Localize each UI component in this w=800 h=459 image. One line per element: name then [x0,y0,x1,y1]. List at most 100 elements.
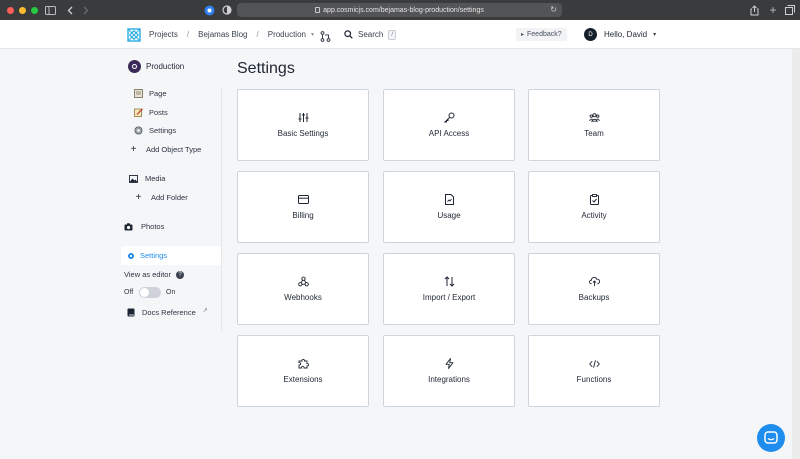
card-integrations[interactable]: Integrations [383,335,515,407]
card-team[interactable]: Team [528,89,660,161]
card-label: Integrations [428,375,470,384]
bucket-name: Production [146,62,185,71]
chevron-down-icon[interactable]: ▾ [311,31,314,38]
bucket-icon [128,60,141,73]
toggle-on-label: On [166,289,176,296]
webhooks-icon [297,276,309,287]
book-icon [126,308,135,317]
address-bar[interactable]: app.cosmicjs.com/bejamas-blog-production… [237,3,562,17]
card-activity[interactable]: Activity [528,171,660,243]
breadcrumb-separator: / [186,30,190,39]
card-billing[interactable]: Billing [237,171,369,243]
card-label: Import / Export [422,293,476,302]
sidebar-item-posts[interactable]: Posts [134,106,168,119]
key-icon [443,112,455,123]
card-label: Team [584,129,604,138]
card-api-access[interactable]: API Access [383,89,515,161]
chat-launcher-button[interactable] [757,424,785,452]
greeting-text: Hello, David [604,30,648,39]
image-icon [129,174,138,183]
sidebar-item-photos[interactable]: Photos [124,220,164,233]
avatar[interactable]: D [584,28,597,41]
card-webhooks[interactable]: Webhooks [237,253,369,325]
plus-icon: + [130,144,137,155]
settings-grid: Basic Settings API Access Team Billing U… [237,89,661,407]
extension-icon[interactable] [203,4,215,16]
docs-reference-label: Docs Reference [142,308,196,317]
breadcrumb-projects[interactable]: Projects [149,30,178,39]
breadcrumb-environment[interactable]: Production [268,30,306,39]
chevron-down-icon: ▾ [653,32,657,38]
feedback-button[interactable]: ▸ Feedback? [516,28,567,41]
browser-toolbar: app.cosmicjs.com/bejamas-blog-production… [0,0,800,20]
card-import-export[interactable]: Import / Export [383,253,515,325]
card-label: Backups [578,293,610,302]
feedback-label: Feedback? [527,31,562,38]
card-basic-settings[interactable]: Basic Settings [237,89,369,161]
user-menu[interactable]: Hello, David ▾ [604,20,656,49]
team-icon [588,112,600,123]
cosmic-logo-icon[interactable] [127,28,141,42]
breadcrumb-separator: / [256,30,259,39]
card-extensions[interactable]: Extensions [237,335,369,407]
forward-icon[interactable] [79,4,91,16]
close-window-button[interactable] [7,6,14,14]
bucket-switcher[interactable]: Production [128,60,184,73]
cloud-upload-icon [588,276,600,287]
url-text: app.cosmicjs.com/bejamas-blog-production… [323,6,484,14]
back-icon[interactable] [64,4,76,16]
sidebar-item-label: Photos [141,222,165,231]
docs-reference-link[interactable]: Docs Reference ↗ [126,306,208,319]
card-label: Usage [437,211,461,220]
new-tab-icon[interactable]: + [767,3,779,17]
card-label: Webhooks [284,293,322,302]
card-label: Extensions [283,375,323,384]
search-shortcut: / [388,29,397,40]
help-icon[interactable]: ? [175,270,184,279]
page-icon [134,89,143,98]
view-as-editor-toggle[interactable] [139,287,161,298]
card-functions[interactable]: Functions [528,335,660,407]
search-icon [344,30,353,39]
zoom-window-button[interactable] [31,6,38,14]
card-label: Activity [581,211,607,220]
window-controls [7,6,38,14]
megaphone-icon: ▸ [521,32,525,38]
camera-icon [124,222,133,231]
branch-icon[interactable] [320,29,331,42]
sliders-icon [298,112,309,123]
card-label: Functions [576,375,612,384]
sidebar-item-label: Posts [149,108,168,117]
search-label: Search [358,30,384,39]
page-scrollbar[interactable] [792,49,800,459]
credit-card-icon [297,194,309,205]
sidebar-item-settings-type[interactable]: Settings [134,124,176,137]
tab-overview-icon[interactable] [784,4,796,16]
breadcrumb-bucket[interactable]: Bejamas Blog [198,30,247,39]
view-as-editor-label: View as editor [124,270,171,279]
shield-icon[interactable] [221,4,233,16]
add-folder-button[interactable]: + Add Folder [134,191,188,204]
sidebar-item-label: Settings [140,251,168,260]
sidebar-item-settings[interactable]: Settings [126,249,167,262]
minimize-window-button[interactable] [19,6,26,14]
posts-icon [134,108,143,117]
card-label: Basic Settings [277,129,329,138]
card-label: Billing [292,211,314,220]
add-object-type-button[interactable]: + Add Object Type [129,143,202,156]
toggle-off-label: Off [124,289,134,296]
sidebar-item-label: Page [149,89,167,98]
search-trigger[interactable]: Search / [344,20,397,49]
sidebar-item-page[interactable]: Page [134,87,167,100]
gear-icon [134,126,143,135]
code-icon [588,358,600,369]
card-usage[interactable]: Usage [383,171,515,243]
card-backups[interactable]: Backups [528,253,660,325]
share-icon[interactable] [748,4,760,16]
view-as-editor-row: View as editor ? [124,268,184,281]
sidebar-item-media[interactable]: Media [129,172,165,185]
sidebar-toggle-icon[interactable] [44,4,56,16]
reload-icon[interactable]: ↻ [550,5,557,14]
sidebar-divider [221,88,222,331]
gear-icon [126,251,135,260]
